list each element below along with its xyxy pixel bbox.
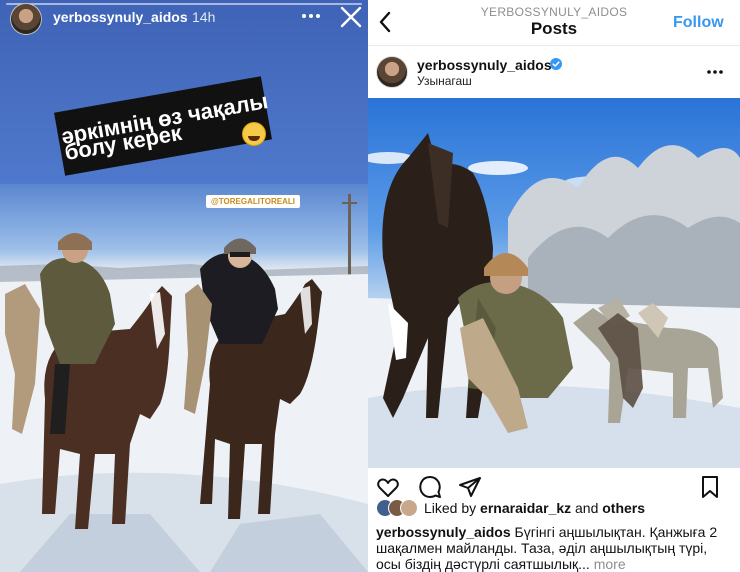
caption-more-link[interactable]: more bbox=[594, 556, 626, 572]
story-mention-tag[interactable]: @TOREGALITOREALI bbox=[206, 195, 300, 208]
post-header: YERBOSSYNULY_AIDOS Posts Follow bbox=[368, 0, 740, 46]
likes-summary[interactable]: Liked by ernaraidar_kz and others bbox=[424, 500, 645, 516]
story-timestamp: 14h bbox=[192, 9, 216, 25]
story-photo: @TOREGALITOREALI bbox=[0, 184, 368, 572]
caption-username[interactable]: yerbossynuly_aidos bbox=[376, 524, 511, 540]
post-photo-illustration bbox=[368, 133, 740, 468]
close-icon[interactable] bbox=[339, 5, 363, 29]
post-location[interactable]: Узынагаш bbox=[417, 74, 472, 88]
author-name[interactable]: yerbossynuly_aidos bbox=[417, 57, 552, 73]
liker-avatar bbox=[400, 499, 418, 517]
author-avatar[interactable] bbox=[376, 56, 408, 88]
bookmark-icon[interactable] bbox=[698, 475, 722, 499]
liked-by-and: and bbox=[575, 500, 599, 516]
story-username[interactable]: yerbossynuly_aidos bbox=[53, 9, 188, 25]
post-caption: yerbossynuly_aidos Бүгінгі аңшылықтан. Қ… bbox=[376, 524, 732, 572]
post-view: YERBOSSYNULY_AIDOS Posts Follow yerbossy… bbox=[368, 0, 740, 572]
story-avatar[interactable] bbox=[10, 3, 42, 35]
follow-button[interactable]: Follow bbox=[673, 14, 724, 32]
story-photo-illustration bbox=[0, 194, 368, 572]
verified-badge-icon bbox=[550, 58, 562, 70]
story-viewer: yerbossynuly_aidos 14h әркімнің өз чақал… bbox=[0, 0, 368, 572]
liked-by-others[interactable]: others bbox=[602, 500, 645, 516]
send-icon[interactable] bbox=[458, 475, 482, 499]
liked-by-prefix: Liked by bbox=[424, 500, 477, 516]
liked-by-user[interactable]: ernaraidar_kz bbox=[480, 500, 571, 516]
story-caption-sticker: әркімнің өз чақалы болу керек bbox=[52, 76, 276, 176]
more-horizontal-icon[interactable] bbox=[300, 5, 322, 27]
heart-icon[interactable] bbox=[376, 475, 400, 499]
comment-icon[interactable] bbox=[418, 475, 442, 499]
post-author-row: yerbossynuly_aidos Узынагаш bbox=[368, 46, 740, 98]
likes-row: Liked by ernaraidar_kz and others bbox=[368, 498, 740, 518]
post-photo[interactable] bbox=[368, 98, 740, 468]
more-horizontal-icon[interactable] bbox=[705, 62, 725, 82]
liker-avatars bbox=[376, 499, 422, 517]
grinning-emoji-icon bbox=[242, 122, 266, 146]
